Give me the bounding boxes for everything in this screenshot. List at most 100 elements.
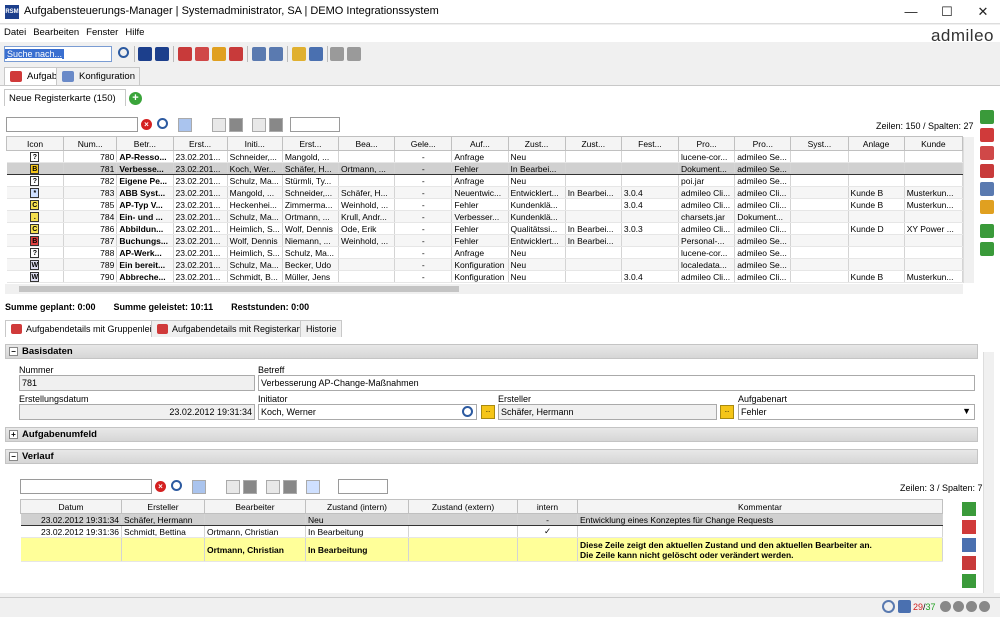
- column-header[interactable]: Pro...: [734, 136, 792, 151]
- table-row[interactable]: B 781 Verbesse... 23.02.201... Koch, Wer... S…: [6, 162, 964, 175]
- clear-filter-icon[interactable]: ×: [141, 119, 152, 130]
- clear-filter-icon[interactable]: ×: [155, 481, 166, 492]
- aufgabenart-select[interactable]: Fehler ▼: [738, 404, 975, 420]
- betreff-field[interactable]: Verbesserung AP-Change-Maßnahmen: [258, 375, 975, 391]
- layout-icon[interactable]: [266, 480, 280, 494]
- tab-konfiguration[interactable]: Konfiguration: [56, 67, 140, 85]
- initiator-select-button[interactable]: ...: [481, 405, 495, 419]
- menu-hilfe[interactable]: Hilfe: [121, 25, 147, 38]
- column-header[interactable]: Erst...: [281, 136, 340, 151]
- task-add-icon[interactable]: [962, 520, 976, 534]
- column-header[interactable]: Icon: [5, 136, 65, 151]
- verlauf-search-icon[interactable]: [171, 480, 182, 491]
- section-aufgabenumfeld[interactable]: + Aufgabenumfeld: [5, 427, 978, 442]
- group-icon[interactable]: [283, 480, 297, 494]
- user-assign-icon[interactable]: [980, 200, 994, 214]
- grid-search-icon[interactable]: [157, 118, 168, 129]
- grid-quick-input[interactable]: [290, 117, 340, 132]
- history-add-icon[interactable]: [962, 538, 976, 552]
- excel-icon[interactable]: [980, 110, 994, 124]
- table-row[interactable]: ? 788 AP-Werk... 23.02.201... Heimlich, S...…: [6, 246, 964, 259]
- table-row[interactable]: B 787 Buchungs... 23.02.201... Wolf, Dennis N…: [6, 234, 964, 247]
- tab-details-gruppenleiste[interactable]: Aufgabendetails mit Gruppenleiste: [5, 320, 169, 337]
- org-assign-icon[interactable]: [980, 182, 994, 196]
- column-header[interactable]: Zustand (extern): [408, 499, 518, 514]
- paste-icon[interactable]: [347, 47, 361, 61]
- menu-fenster[interactable]: Fenster: [82, 25, 121, 38]
- task-remove-icon[interactable]: [980, 164, 994, 178]
- column-header[interactable]: Kommentar: [577, 499, 943, 514]
- menu-datei[interactable]: Datei: [0, 25, 29, 38]
- initiator-field[interactable]: Koch, Werner: [258, 404, 477, 420]
- table-row[interactable]: * 783 ABB Syst... 23.02.201... Mangold, ... S…: [6, 186, 964, 199]
- fit-columns-icon[interactable]: [226, 480, 240, 494]
- view-select-icon[interactable]: [192, 480, 206, 494]
- task-edit-icon[interactable]: [195, 47, 209, 61]
- column-header[interactable]: intern: [517, 499, 578, 514]
- column-header[interactable]: Kunde: [903, 136, 964, 151]
- task-assign-icon[interactable]: [212, 47, 226, 61]
- column-header[interactable]: Ersteller: [121, 499, 205, 514]
- preview-icon[interactable]: [306, 480, 320, 494]
- column-header[interactable]: Zust...: [507, 136, 566, 151]
- register-tab[interactable]: Neue Registerkarte (150): [4, 89, 126, 106]
- copy-icon[interactable]: [330, 47, 344, 61]
- task-new-icon[interactable]: [178, 47, 192, 61]
- search-icon[interactable]: [118, 47, 129, 58]
- export-icon[interactable]: [980, 242, 994, 256]
- column-header[interactable]: Bearbeiter: [204, 499, 306, 514]
- add-tab-icon[interactable]: +: [129, 92, 142, 105]
- table-row[interactable]: W 790 Abbreche... 23.02.201... Schmidt, B...…: [6, 270, 964, 283]
- initiator-search-icon[interactable]: [462, 406, 473, 417]
- history-remove-icon[interactable]: [962, 556, 976, 570]
- table-row[interactable]: C 786 Abbildun... 23.02.201... Heimlich, S..…: [6, 222, 964, 235]
- history-export-icon[interactable]: [962, 574, 976, 588]
- grid-toggle-icon[interactable]: [243, 480, 257, 494]
- menu-bearbeiten[interactable]: Bearbeiten: [29, 25, 82, 38]
- view-select-icon[interactable]: [178, 118, 192, 132]
- tab-historie[interactable]: Historie: [300, 320, 342, 337]
- group-icon[interactable]: [269, 118, 283, 132]
- column-header[interactable]: Num...: [63, 136, 118, 151]
- layout-icon[interactable]: [252, 118, 266, 132]
- user-icon[interactable]: [292, 47, 306, 61]
- column-header[interactable]: Pro...: [678, 136, 736, 151]
- column-header[interactable]: Syst...: [790, 136, 849, 151]
- column-header[interactable]: Auf...: [451, 136, 509, 151]
- settings-gear-icon[interactable]: [882, 600, 895, 613]
- task-copy-icon[interactable]: [980, 146, 994, 160]
- task-add-icon[interactable]: [980, 128, 994, 142]
- ersteller-select-button[interactable]: ...: [720, 405, 734, 419]
- org-search-icon[interactable]: [269, 47, 283, 61]
- table-row[interactable]: ? 782 Eigene Pe... 23.02.201... Schulz, Ma..…: [6, 174, 964, 187]
- table-row[interactable]: 23.02.2012 19:31:36 Schmidt, Bettina Ortma…: [20, 525, 943, 538]
- network-icon[interactable]: [898, 600, 911, 613]
- grid-toggle-icon[interactable]: [229, 118, 243, 132]
- maximize-button[interactable]: ☐: [930, 2, 964, 22]
- column-header[interactable]: Datum: [20, 499, 122, 514]
- column-header[interactable]: Bea...: [337, 136, 396, 151]
- minimize-button[interactable]: —: [894, 2, 928, 22]
- task-delete-icon[interactable]: [229, 47, 243, 61]
- org-icon[interactable]: [252, 47, 266, 61]
- section-basisdaten[interactable]: − Basisdaten: [5, 344, 978, 359]
- search-input[interactable]: Suche nach...: [4, 46, 112, 62]
- column-header[interactable]: Zust...: [564, 136, 622, 151]
- rsm-icon[interactable]: [138, 47, 152, 61]
- users-icon[interactable]: [309, 47, 323, 61]
- table-row[interactable]: W 789 Ein bereit... 23.02.201... Schulz, Ma.…: [6, 258, 964, 271]
- table-row[interactable]: . 784 Ein- und ... 23.02.201... Schulz, Ma..…: [6, 210, 964, 223]
- grid-filter-input[interactable]: [6, 117, 138, 132]
- verlauf-quick-input[interactable]: [338, 479, 388, 494]
- psm-icon[interactable]: [155, 47, 169, 61]
- column-header[interactable]: Gele...: [394, 136, 453, 151]
- close-button[interactable]: ✕: [966, 2, 1000, 22]
- column-header[interactable]: Initi...: [226, 136, 283, 151]
- column-header[interactable]: Fest...: [620, 136, 680, 151]
- fit-columns-icon[interactable]: [212, 118, 226, 132]
- table-row[interactable]: ? 780 AP-Resso... 23.02.201... Schneider,...…: [6, 150, 964, 163]
- column-header[interactable]: Betr...: [116, 136, 174, 151]
- import-icon[interactable]: [980, 224, 994, 238]
- column-header[interactable]: Zustand (intern): [305, 499, 409, 514]
- table-row[interactable]: C 785 AP-Typ V... 23.02.201... Heckenhei... Z…: [6, 198, 964, 211]
